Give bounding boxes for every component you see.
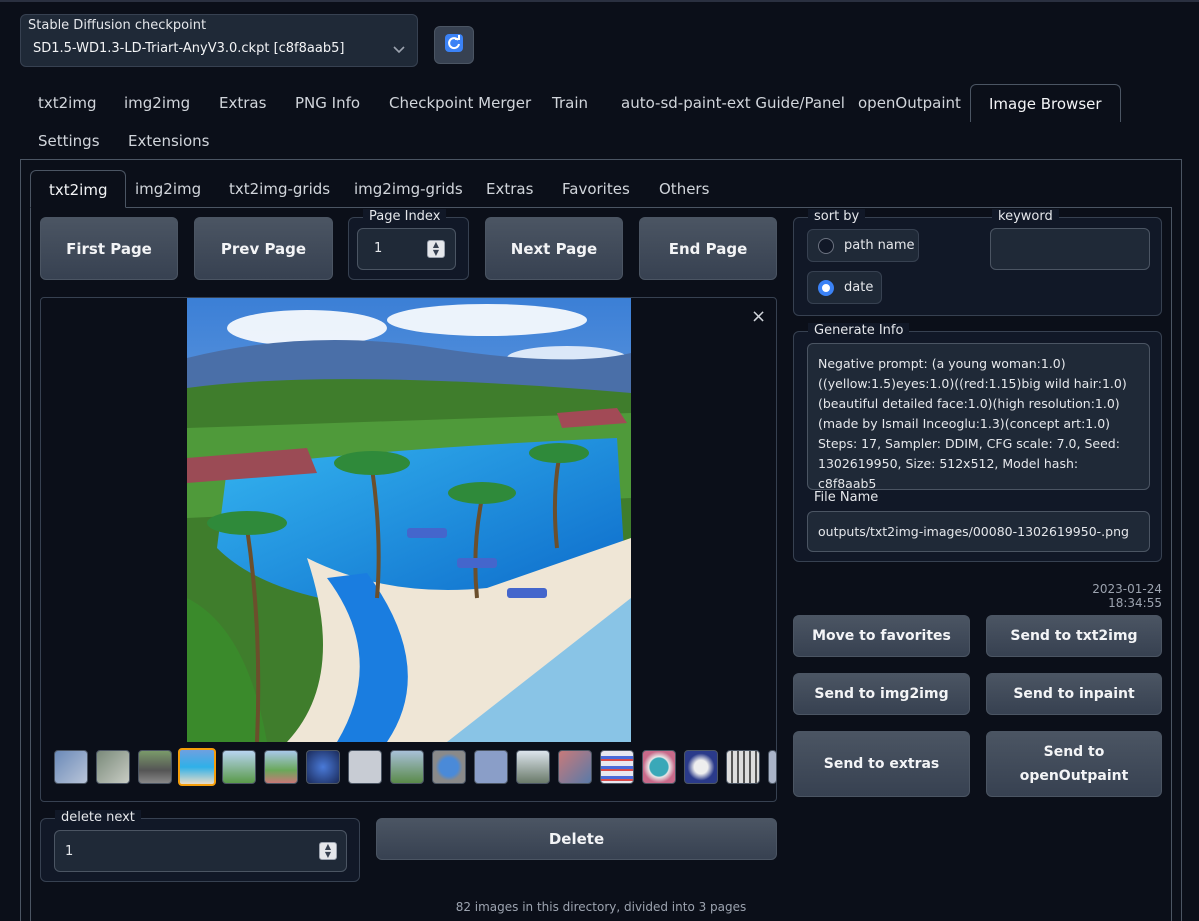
thumbnail[interactable]	[600, 750, 634, 784]
sort-group: sort by keyword path name date	[793, 209, 1162, 316]
subtab-img2img-grids[interactable]: img2img-grids	[336, 170, 481, 208]
directory-summary: 82 images in this directory, divided int…	[455, 900, 747, 914]
delete-button[interactable]: Delete	[376, 818, 777, 860]
thumbnail[interactable]	[390, 750, 424, 784]
send-to-img2img-button[interactable]: Send to img2img	[793, 673, 970, 715]
tab-settings[interactable]: Settings	[20, 122, 118, 160]
generate-info-text: Negative prompt: (a young woman:1.0) ((y…	[818, 356, 1127, 490]
sort-label: sort by	[808, 209, 866, 224]
page-index-input[interactable]: 1 ▲ ▼	[357, 228, 456, 270]
timestamp: 2023-01-24 18:34:55	[1092, 582, 1162, 610]
top-border	[0, 0, 1199, 2]
sort-option-date[interactable]: date	[807, 271, 882, 304]
send-to-openoutpaint-line2: openOutpaint	[1019, 768, 1129, 784]
subtab-extras[interactable]: Extras	[468, 170, 551, 208]
delete-next-group: delete next 1 ▲ ▼	[40, 810, 360, 882]
thumbnail[interactable]	[516, 750, 550, 784]
thumbnail[interactable]	[726, 750, 760, 784]
sort-option-label: date	[844, 280, 874, 295]
tab-img2img[interactable]: img2img	[106, 84, 208, 122]
checkpoint-value: SD1.5-WD1.3-LD-Triart-AnyV3.0.ckpt [c8f8…	[33, 41, 345, 56]
thumbnail[interactable]	[642, 750, 676, 784]
chevron-down-icon	[393, 39, 405, 63]
refresh-icon	[444, 33, 464, 57]
thumbnail[interactable]	[684, 750, 718, 784]
tab-train[interactable]: Train	[534, 84, 606, 122]
file-name-label: File Name	[814, 490, 879, 505]
delete-next-label: delete next	[55, 810, 141, 825]
radio-selected-icon	[818, 279, 834, 296]
checkpoint-dropdown[interactable]: SD1.5-WD1.3-LD-Triart-AnyV3.0.ckpt [c8f8…	[21, 37, 417, 66]
thumbnail[interactable]	[264, 750, 298, 784]
page-index-value: 1	[374, 241, 383, 256]
close-icon[interactable]: ×	[751, 306, 766, 327]
image-gallery: ×	[40, 297, 777, 802]
tab-openoutpaint[interactable]: openOutpaint	[840, 84, 979, 122]
thumbnail[interactable]	[432, 750, 466, 784]
thumbnail[interactable]	[474, 750, 508, 784]
delete-next-value: 1	[65, 844, 74, 859]
thumbnail[interactable]	[96, 750, 130, 784]
generate-info-label: Generate Info	[808, 323, 910, 338]
thumbnail[interactable]	[306, 750, 340, 784]
file-name-value: outputs/txt2img-images/00080-1302619950-…	[818, 524, 1129, 539]
send-to-openoutpaint-line1: Send to	[1043, 744, 1105, 760]
send-to-openoutpaint-button[interactable]: Send to openOutpaint	[986, 731, 1162, 797]
file-name-input[interactable]: outputs/txt2img-images/00080-1302619950-…	[807, 511, 1150, 552]
send-to-txt2img-button[interactable]: Send to txt2img	[986, 615, 1162, 657]
move-to-favorites-button[interactable]: Move to favorites	[793, 615, 970, 657]
thumbnail[interactable]	[558, 750, 592, 784]
delete-next-stepper[interactable]: ▲ ▼	[319, 842, 337, 860]
radio-icon	[818, 237, 834, 254]
checkpoint-label: Stable Diffusion checkpoint	[28, 18, 207, 33]
delete-next-input[interactable]: 1 ▲ ▼	[54, 830, 347, 872]
preview-image[interactable]	[187, 298, 631, 742]
thumbnail[interactable]	[222, 750, 256, 784]
tab-extensions[interactable]: Extensions	[110, 122, 227, 160]
tab-checkpoint-merger[interactable]: Checkpoint Merger	[371, 84, 549, 122]
sort-option-path-name[interactable]: path name	[807, 229, 919, 262]
subtab-favorites[interactable]: Favorites	[544, 170, 648, 208]
tab-image-browser[interactable]: Image Browser	[970, 84, 1121, 122]
subtab-img2img[interactable]: img2img	[117, 170, 219, 208]
tab-txt2img[interactable]: txt2img	[20, 84, 114, 122]
page-index-group: Page Index 1 ▲ ▼	[348, 209, 469, 280]
page-index-stepper[interactable]: ▲ ▼	[427, 240, 445, 258]
prev-page-button[interactable]: Prev Page	[194, 217, 333, 280]
thumbnail[interactable]	[768, 750, 777, 784]
thumbnail-selected[interactable]	[178, 748, 216, 786]
page-index-label: Page Index	[363, 209, 447, 224]
generate-info-textarea[interactable]: Negative prompt: (a young woman:1.0) ((y…	[807, 343, 1150, 490]
tab-extras[interactable]: Extras	[201, 84, 284, 122]
thumbnail[interactable]	[54, 750, 88, 784]
next-page-button[interactable]: Next Page	[485, 217, 623, 280]
checkpoint-group: Stable Diffusion checkpoint SD1.5-WD1.3-…	[20, 14, 418, 67]
keyword-input[interactable]	[990, 228, 1150, 270]
sort-option-label: path name	[844, 238, 915, 253]
tab-png-info[interactable]: PNG Info	[277, 84, 378, 122]
first-page-button[interactable]: First Page	[40, 217, 178, 280]
end-page-button[interactable]: End Page	[639, 217, 777, 280]
subtab-others[interactable]: Others	[641, 170, 727, 208]
subtab-txt2img[interactable]: txt2img	[30, 170, 127, 208]
thumbnail[interactable]	[138, 750, 172, 784]
send-to-extras-button[interactable]: Send to extras	[793, 731, 970, 797]
subtab-txt2img-grids[interactable]: txt2img-grids	[211, 170, 348, 208]
generate-info-group: Generate Info Negative prompt: (a young …	[793, 323, 1162, 562]
keyword-label: keyword	[992, 209, 1059, 224]
thumbnail[interactable]	[348, 750, 382, 784]
refresh-checkpoint-button[interactable]	[434, 26, 474, 64]
send-to-inpaint-button[interactable]: Send to inpaint	[986, 673, 1162, 715]
tab-paint-ext[interactable]: auto-sd-paint-ext Guide/Panel	[603, 84, 863, 122]
